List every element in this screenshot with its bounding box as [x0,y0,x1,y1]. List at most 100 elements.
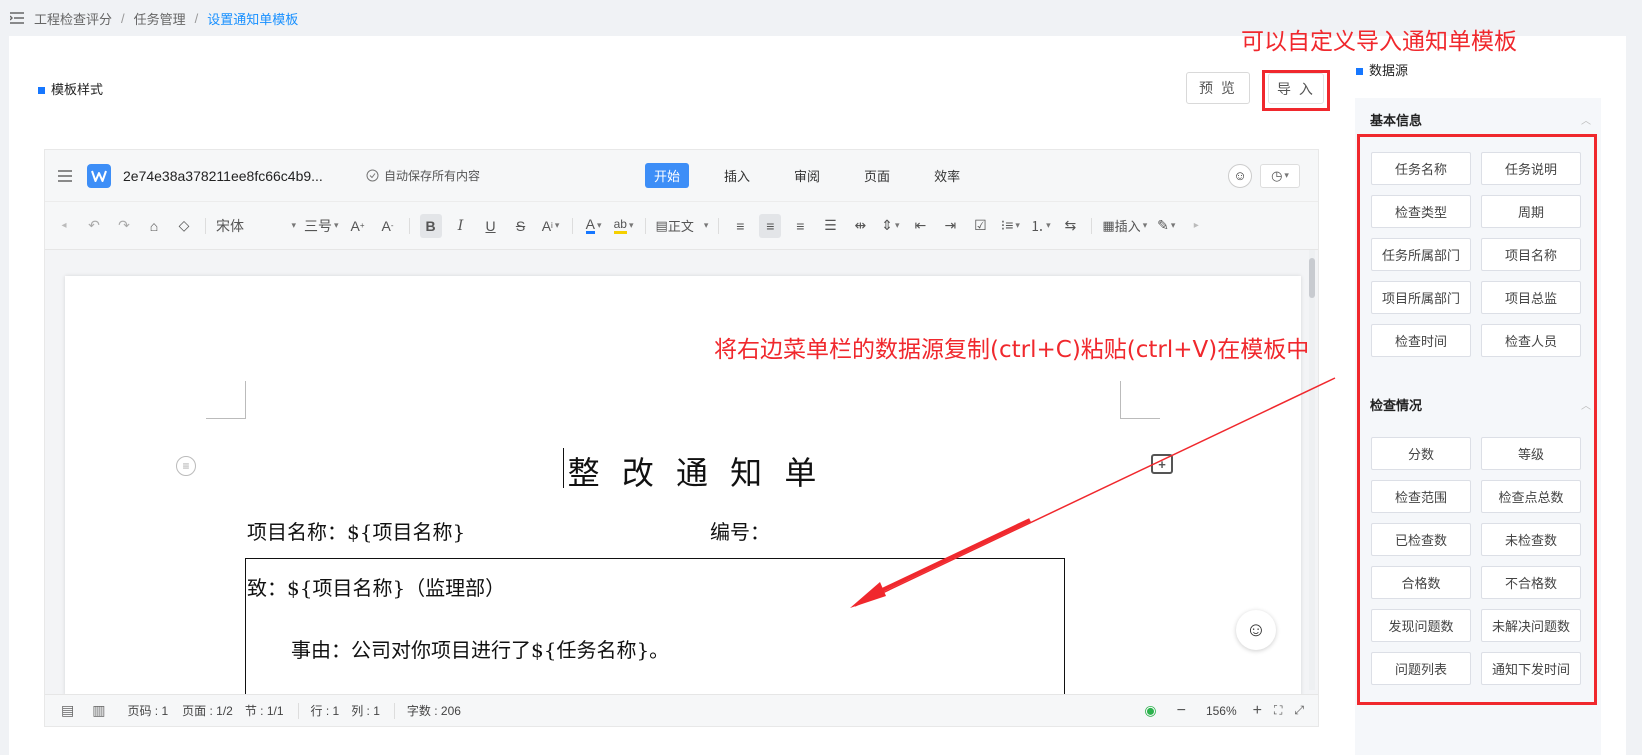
increase-font-icon[interactable]: A + [347,214,369,238]
doc-to-line: 致：${项目名称}（监理部） [247,576,506,600]
datasource-chip[interactable]: 项目所属部门 [1371,281,1471,314]
breadcrumb-item-1[interactable]: 工程检查评分 [34,9,112,28]
bold-icon[interactable]: B [419,213,442,238]
zoom-in-icon[interactable]: + [1253,702,1262,720]
hamburger-menu-icon[interactable] [57,169,73,183]
italic-icon[interactable]: I [450,214,472,238]
breadcrumb-item-current[interactable]: 设置通知单模板 [207,9,298,28]
tab-start[interactable]: 开始 [645,163,690,188]
status-words: 字数 : 206 [406,704,461,718]
toolbar-scroll-left-icon[interactable]: ◂ [53,214,75,238]
redo-icon[interactable]: ↷ [113,214,135,238]
fullscreen-icon[interactable]: ⤢ [1294,703,1304,718]
datasource-chip[interactable]: 项目总监 [1481,281,1581,314]
document-filename[interactable]: 2e74e38a378211ee8fc66c4b9... [123,168,348,184]
editor-tabs: 开始 插入 审阅 页面 效率 [632,163,982,188]
decrease-indent-icon[interactable]: ⇤ [909,214,931,238]
bullet-list-icon[interactable]: ⁝≡ ▾ [999,214,1021,238]
align-left-icon[interactable]: ≡ [729,214,751,238]
datasource-chip[interactable]: 检查类型 [1371,195,1471,228]
font-color-icon[interactable]: A ▾ [583,214,605,238]
zoom-level[interactable]: 156% [1206,704,1237,718]
tab-page[interactable]: 页面 [855,163,899,188]
toolbar-divider [718,217,720,234]
status-pages: 页面 : 1/2 [182,704,233,718]
highlight-icon[interactable]: ab ▾ [613,214,635,238]
section-marker [38,87,45,95]
numbered-list-icon[interactable]: ⒈ ▾ [1029,214,1051,238]
section-marker [1356,68,1363,76]
text-direction-icon[interactable]: ⇆ [1059,214,1081,238]
paragraph-handle-icon[interactable]: ≡ [176,456,196,476]
align-center-icon[interactable]: ≡ [759,213,782,238]
online-status-icon[interactable]: ◉ [1144,702,1156,719]
strikethrough-icon[interactable]: S [510,214,532,238]
datasource-chip[interactable]: 合格数 [1371,566,1471,599]
eraser-icon[interactable]: ◇ [173,214,195,238]
toolbar-divider [644,217,646,234]
tab-insert[interactable]: 插入 [715,163,759,188]
align-justify-icon[interactable]: ☰ [819,214,841,238]
datasource-chip[interactable]: 分数 [1371,437,1471,470]
outline-view-icon[interactable]: ▤ [61,702,74,719]
font-family-value: 宋体 [216,217,244,234]
annotation-import: 可以自定义导入通知单模板 [1241,29,1517,55]
page-view-icon[interactable]: ▥ [92,702,105,719]
breadcrumb-item-2[interactable]: 任务管理 [134,9,186,28]
superscript-icon[interactable]: Ai ▾ [540,214,562,238]
status-divider [297,702,299,719]
datasource-chip[interactable]: 不合格数 [1481,566,1581,599]
tools-icon[interactable]: ✎ ▾ [1155,214,1177,238]
increase-indent-icon[interactable]: ⇥ [939,214,961,238]
import-button[interactable]: 导 入 [1268,73,1324,104]
status-section: 节 : 1/1 [244,704,284,718]
editor-header-right: ☺ ◷ ▾ [1228,163,1300,188]
datasource-chip[interactable]: 问题列表 [1371,652,1471,685]
insert-menu[interactable]: ▦ 插入 ▾ [1102,214,1147,238]
margin-corner-mark [206,381,246,419]
underline-icon[interactable]: U [480,214,502,238]
font-family-select[interactable]: 宋体 ▾ [216,214,296,238]
datasource-chip[interactable]: 任务说明 [1481,152,1581,185]
distributed-align-icon[interactable]: ⇹ [849,214,871,238]
toolbar-scroll-right-icon[interactable]: ▸ [1185,214,1207,238]
datasource-chip[interactable]: 任务名称 [1371,152,1471,185]
line-spacing-icon[interactable]: ⇕ ▾ [879,214,901,238]
scrollbar-thumb[interactable] [1309,258,1315,298]
datasource-chip[interactable]: 等级 [1481,437,1581,470]
datasource-chip[interactable]: 未解决问题数 [1481,609,1581,642]
zoom-out-icon[interactable]: − [1177,702,1186,720]
collapse-chevron-icon[interactable]: ︿ [1581,112,1591,127]
datasource-chip[interactable]: 发现问题数 [1371,609,1471,642]
autosave-status: 自动保存所有内容 [366,167,566,184]
align-right-icon[interactable]: ≡ [789,214,811,238]
datasource-chip[interactable]: 检查范围 [1371,480,1471,513]
datasource-chip[interactable]: 通知下发时间 [1481,652,1581,685]
paragraph-style-select[interactable]: ▤ 正文 ▾ [656,214,709,238]
annotation-copy-paste: 将右边菜单栏的数据源复制(ctrl+C)粘贴(ctrl+V)在模板中 [714,337,1310,363]
datasource-chip[interactable]: 周期 [1481,195,1581,228]
preview-button[interactable]: 预 览 [1186,72,1250,104]
breadcrumb-sep: / [121,10,125,26]
fit-page-icon[interactable]: ⛶ [1274,703,1282,718]
undo-icon[interactable]: ↶ [83,214,105,238]
font-size-select[interactable]: 三号 ▾ [304,214,339,238]
assistant-avatar-icon[interactable]: ☺ [1228,163,1252,188]
datasource-chip[interactable]: 未检查数 [1481,523,1581,556]
history-icon[interactable]: ◷ ▾ [1260,163,1300,188]
decrease-font-icon[interactable]: A- [377,214,399,238]
menu-fold-icon[interactable] [10,12,24,24]
status-col: 列 : 1 [351,704,380,718]
tab-efficiency[interactable]: 效率 [925,163,969,188]
datasource-chip[interactable]: 检查点总数 [1481,480,1581,513]
datasource-chip[interactable]: 任务所属部门 [1371,238,1471,271]
tab-review[interactable]: 审阅 [785,163,829,188]
editor-toolbar: ◂ ↶ ↷ ⌂ ◇ 宋体 ▾ 三号 ▾ A + A- B I U S Ai ▾ A ▾ a… [45,202,1318,250]
datasource-chip[interactable]: 项目名称 [1481,238,1581,271]
checklist-icon[interactable]: ☑ [969,214,991,238]
datasource-chip[interactable]: 检查时间 [1371,324,1471,357]
annotation-arrow-icon [850,377,1336,608]
format-painter-icon[interactable]: ⌂ [143,214,165,238]
datasource-chip[interactable]: 检查人员 [1481,324,1581,357]
datasource-chip[interactable]: 已检查数 [1371,523,1471,556]
